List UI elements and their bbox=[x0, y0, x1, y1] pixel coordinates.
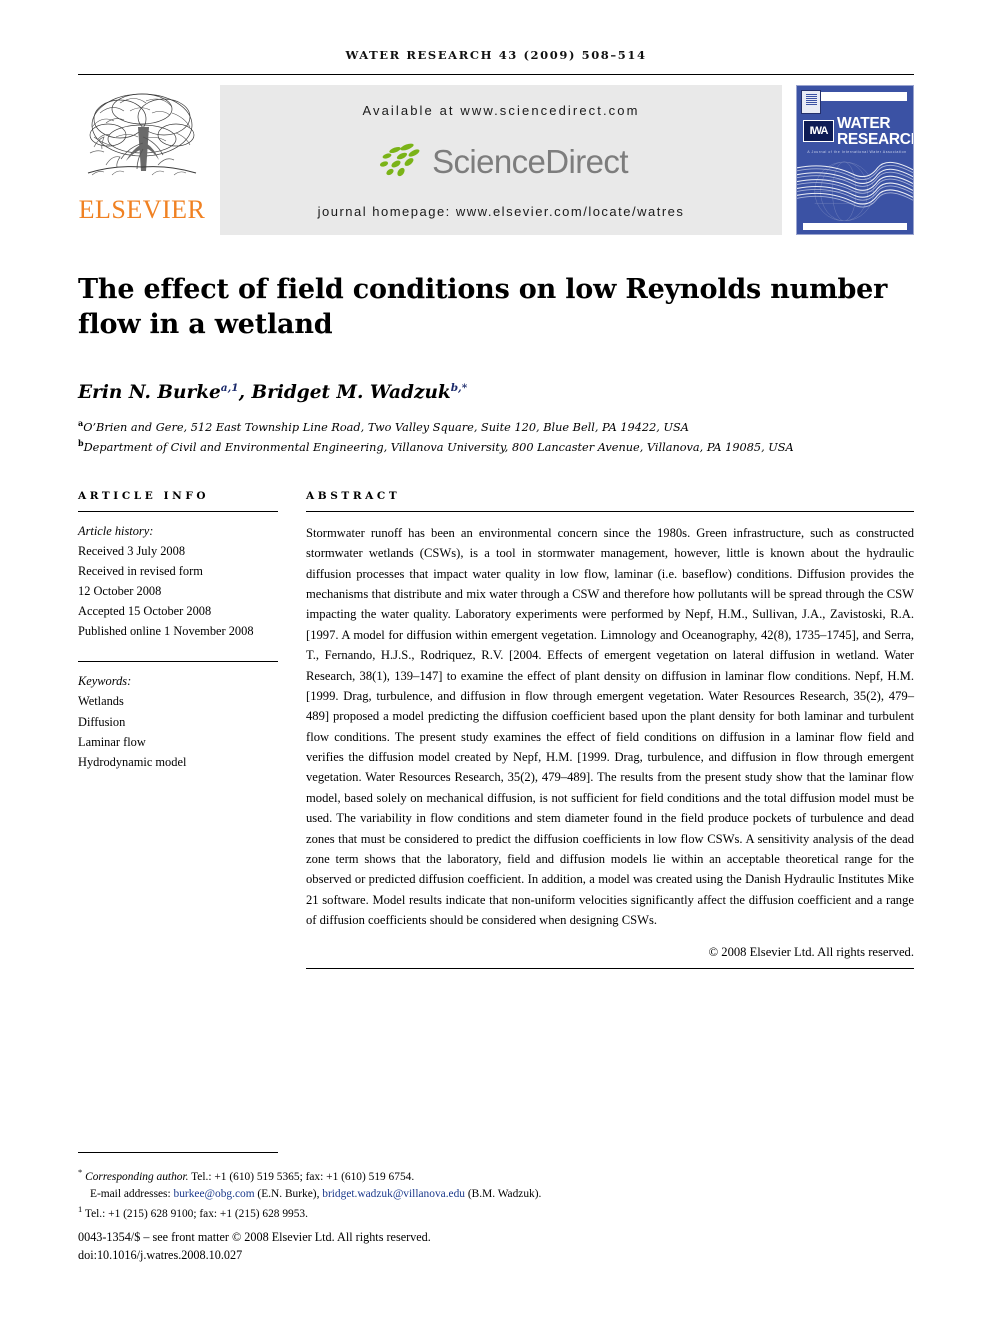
email-link-wadzuk[interactable]: bridget.wadzuk@villanova.edu bbox=[322, 1188, 465, 1200]
info-abstract-columns: ARTICLE INFO Article history: Received 3… bbox=[78, 490, 914, 969]
keyword-item: Wetlands bbox=[78, 694, 124, 709]
cover-journal-title: WATER RESEARCH bbox=[837, 115, 914, 148]
footnote-divider bbox=[78, 1152, 278, 1153]
abstract-bottom-divider bbox=[306, 967, 914, 969]
history-revised-label: Received in revised form bbox=[78, 563, 203, 578]
sciencedirect-leaves-icon bbox=[380, 143, 420, 177]
journal-homepage-text: journal homepage: www.elsevier.com/locat… bbox=[317, 204, 685, 219]
elsevier-logo: ELSEVIER bbox=[78, 85, 206, 235]
iwa-logo-text: IWA bbox=[809, 125, 829, 137]
page-title: The effect of field conditions on low Re… bbox=[78, 274, 888, 340]
corresponding-author-label: Corresponding author. bbox=[85, 1170, 189, 1183]
author-2-marks: b,* bbox=[450, 382, 468, 395]
header-divider bbox=[78, 74, 914, 75]
author-name-2: Bridget M. Wadzuk bbox=[251, 382, 451, 404]
author-note-1-mark: 1 bbox=[78, 1204, 83, 1215]
author-name-1: Erin N. Burke bbox=[78, 382, 221, 404]
masthead: ELSEVIER Available at www.sciencedirect.… bbox=[78, 85, 914, 235]
corresponding-author-contact: Tel.: +1 (610) 519 5365; fax: +1 (610) 5… bbox=[188, 1170, 415, 1183]
corresponding-author-mark: * bbox=[78, 1167, 83, 1177]
author-1-marks: a,1 bbox=[220, 382, 239, 395]
email-link-burke[interactable]: burkee@obg.com bbox=[174, 1188, 255, 1200]
sciencedirect-wordmark: ScienceDirect bbox=[432, 142, 628, 180]
cover-title-line1: WATER bbox=[837, 115, 891, 132]
cover-title-line2: RESEARCH bbox=[837, 130, 914, 148]
history-accepted: Accepted 15 October 2008 bbox=[78, 604, 212, 619]
article-info-column: ARTICLE INFO Article history: Received 3… bbox=[78, 490, 306, 969]
cover-wave-graphic bbox=[797, 161, 913, 221]
affiliation-a: aO’Brien and Gere, 512 East Township Lin… bbox=[78, 417, 914, 436]
article-history-block: Article history: Received 3 July 2008 Re… bbox=[78, 512, 278, 642]
cover-elsevier-mark bbox=[801, 90, 821, 114]
elsevier-tree-icon bbox=[86, 87, 198, 195]
iwa-logo-icon: IWA bbox=[803, 120, 834, 142]
keyword-item: Hydrodynamic model bbox=[78, 754, 187, 769]
affiliation-b: bDepartment of Civil and Environmental E… bbox=[78, 437, 914, 456]
doi-line: doi:10.1016/j.watres.2008.10.027 bbox=[78, 1248, 243, 1263]
abstract-copyright: © 2008 Elsevier Ltd. All rights reserved… bbox=[708, 944, 914, 959]
abstract-text: Stormwater runoff has been an environmen… bbox=[306, 525, 914, 928]
affiliation-list: aO’Brien and Gere, 512 East Township Lin… bbox=[78, 417, 914, 456]
affiliation-b-text: Department of Civil and Environmental En… bbox=[83, 440, 794, 454]
article-info-heading: ARTICLE INFO bbox=[78, 489, 210, 502]
keyword-item: Laminar flow bbox=[78, 734, 146, 749]
author-list: Erin N. Burkea,1, Bridget M. Wadzukb,* bbox=[78, 382, 468, 404]
email-addresses-label: E-mail addresses: bbox=[90, 1188, 171, 1201]
history-revised-date: 12 October 2008 bbox=[78, 584, 162, 599]
journal-cover-image: IWA WATER RESEARCH A Journal of the Inte… bbox=[796, 85, 914, 235]
author-note-1-text: Tel.: +1 (215) 628 9100; fax: +1 (215) 6… bbox=[84, 1208, 308, 1221]
sciencedirect-band: Available at www.sciencedirect.com Scien… bbox=[220, 85, 782, 235]
elsevier-wordmark: ELSEVIER bbox=[78, 195, 206, 224]
history-received: Received 3 July 2008 bbox=[78, 543, 186, 558]
running-head: WATER RESEARCH 43 (2009) 508–514 bbox=[345, 48, 647, 62]
keywords-label: Keywords: bbox=[78, 674, 132, 689]
history-published-online: Published online 1 November 2008 bbox=[78, 624, 254, 639]
sciencedirect-logo: ScienceDirect bbox=[374, 141, 628, 181]
abstract-heading: ABSTRACT bbox=[306, 489, 401, 502]
email-addresses-note: E-mail addresses: burkee@obg.com (E.N. B… bbox=[78, 1186, 914, 1203]
cover-subtitle: A Journal of the International Water Ass… bbox=[807, 150, 907, 154]
issn-front-matter-line: 0043-1354/$ – see front matter © 2008 El… bbox=[78, 1229, 431, 1244]
corresponding-author-note: * Corresponding author. Tel.: +1 (610) 5… bbox=[78, 1166, 914, 1186]
article-history-label: Article history: bbox=[78, 523, 154, 538]
abstract-column: ABSTRACT Stormwater runoff has been an e… bbox=[306, 490, 914, 969]
keywords-divider bbox=[78, 661, 278, 663]
keywords-block: Keywords: Wetlands Diffusion Laminar flo… bbox=[78, 652, 278, 771]
affiliation-a-text: O’Brien and Gere, 512 East Township Line… bbox=[83, 421, 689, 435]
keyword-item: Diffusion bbox=[78, 714, 126, 729]
email-owner-wadzuk: (B.M. Wadzuk). bbox=[467, 1188, 542, 1201]
email-owner-burke: (E.N. Burke), bbox=[257, 1188, 320, 1201]
author-note-1: 1 Tel.: +1 (215) 628 9100; fax: +1 (215)… bbox=[78, 1203, 914, 1223]
available-at-text: Available at www.sciencedirect.com bbox=[362, 103, 640, 118]
paper-page: WATER RESEARCH 43 (2009) 508–514 ELSEVIE… bbox=[0, 0, 992, 1323]
footnote-area: * Corresponding author. Tel.: +1 (610) 5… bbox=[78, 1166, 914, 1265]
cover-bottom-bar bbox=[803, 223, 907, 230]
